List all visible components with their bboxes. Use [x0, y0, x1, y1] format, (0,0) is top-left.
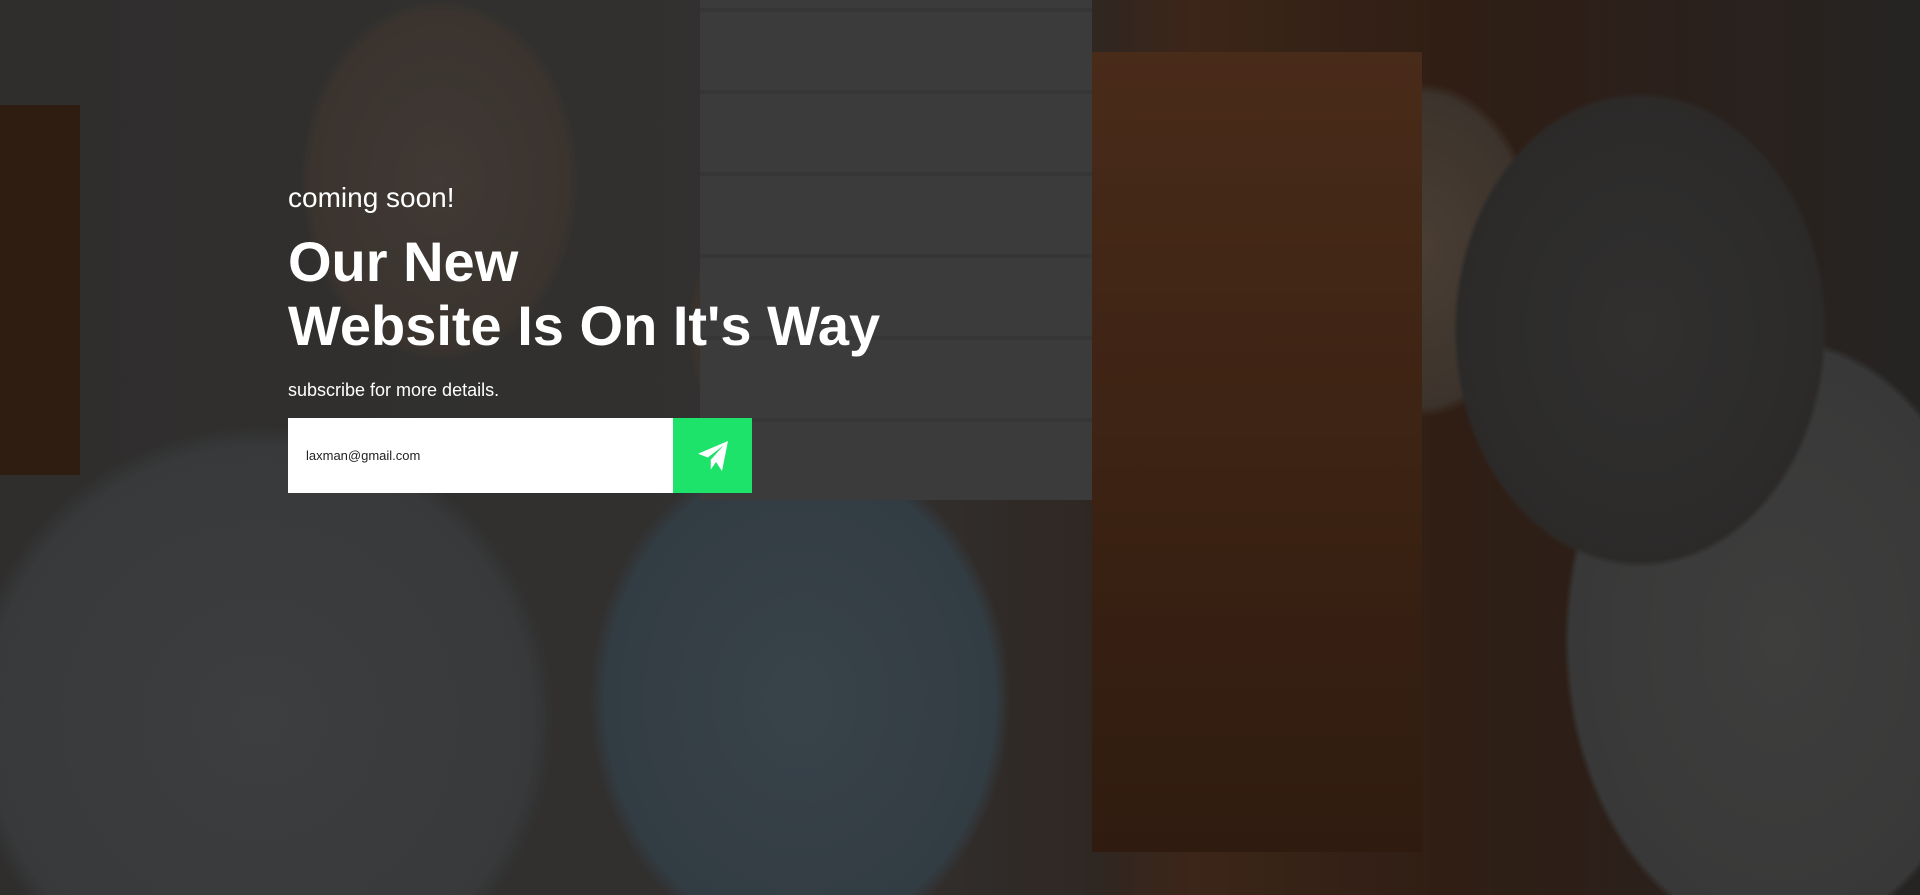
- hero-content: coming soon! Our New Website Is On It's …: [288, 178, 880, 493]
- page-title: Our New Website Is On It's Way: [288, 230, 880, 358]
- hero-section: coming soon! Our New Website Is On It's …: [0, 0, 1920, 895]
- subscribe-form: [288, 418, 752, 493]
- email-input[interactable]: [288, 418, 673, 493]
- paper-plane-icon: [697, 440, 728, 471]
- subscribe-text: subscribe for more details.: [288, 380, 500, 400]
- page-title-line-2: Website Is On It's Way: [288, 294, 881, 357]
- subscribe-button[interactable]: [673, 418, 752, 493]
- page-title-line-1: Our New: [288, 230, 519, 293]
- coming-soon-label: coming soon!: [288, 182, 455, 213]
